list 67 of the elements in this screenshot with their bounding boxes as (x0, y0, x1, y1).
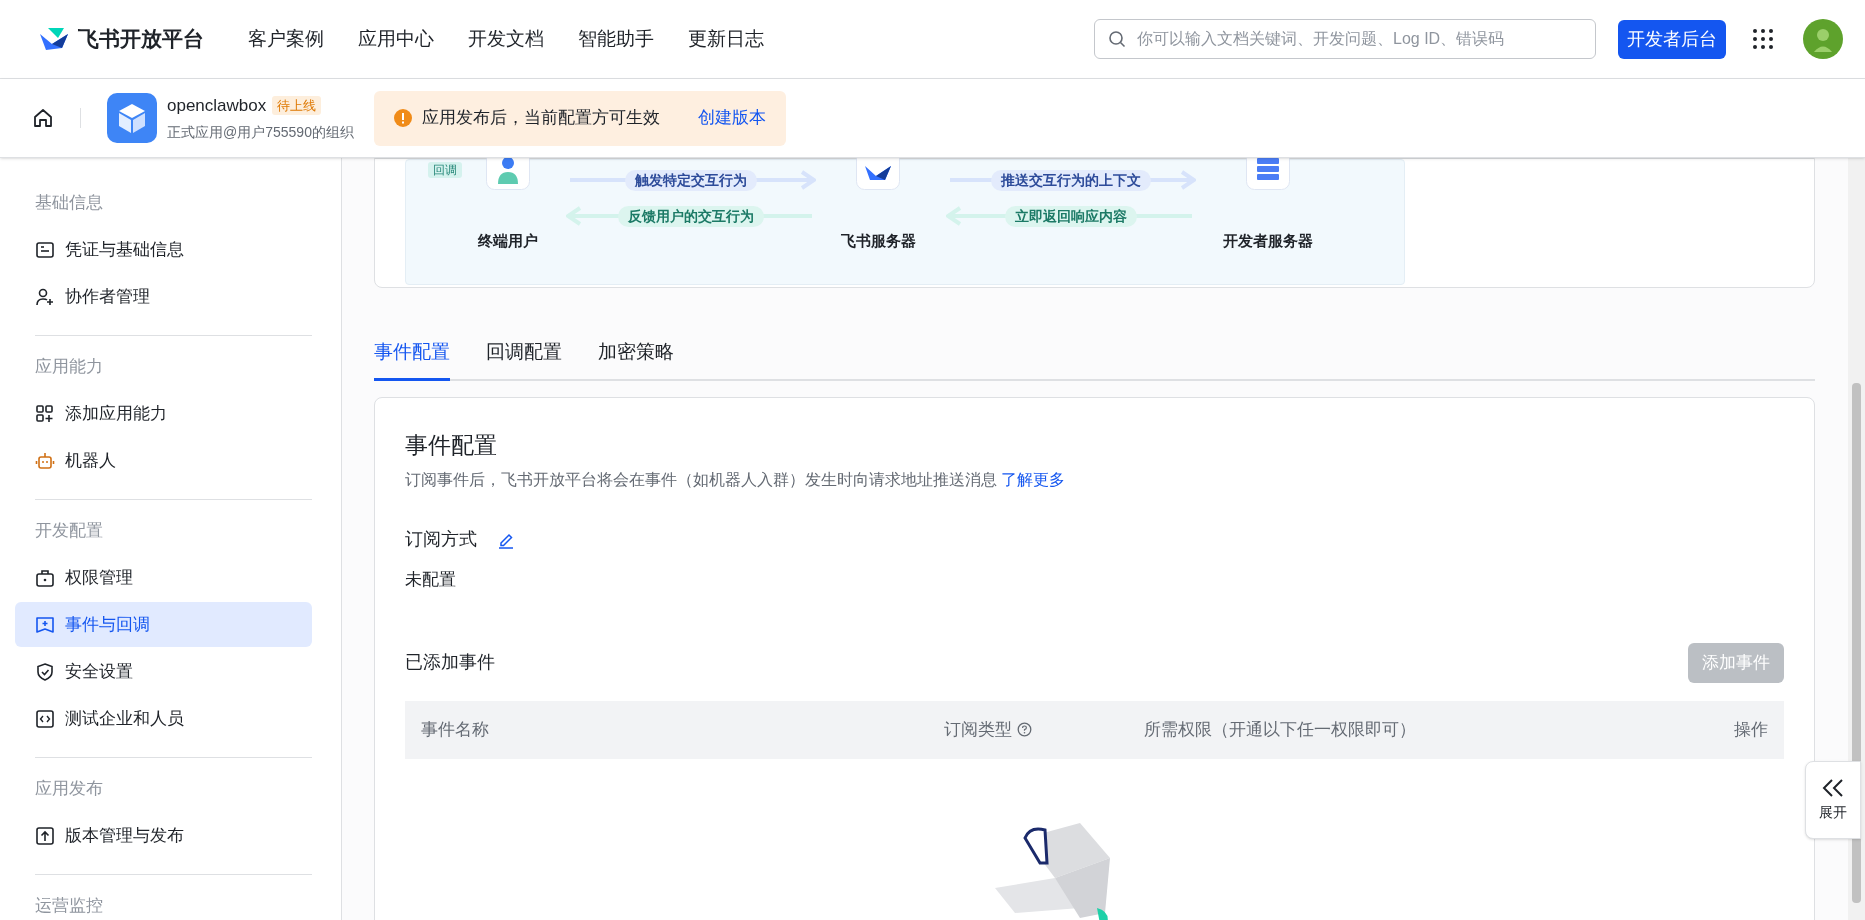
column-header: 所需权限（开通以下任一权限即可） (1144, 718, 1416, 741)
sidebar-item[interactable]: 凭证与基础信息 (15, 227, 312, 272)
nav-link[interactable]: 客户案例 (248, 24, 324, 54)
tag-label: 回调 (428, 162, 462, 178)
shield-check-icon (35, 661, 55, 682)
arrow-label: 立即返回响应内容 (1005, 206, 1137, 227)
logo-text[interactable]: 飞书开放平台 (78, 23, 204, 55)
section-title: 基础信息 (34, 192, 104, 214)
tab[interactable]: 加密策略 (598, 337, 674, 381)
learn-more-link[interactable]: 了解更多 (1001, 471, 1066, 488)
avatar-icon (1803, 19, 1843, 59)
section-heading: 事件配置 (405, 431, 498, 460)
sidebar-item[interactable]: 机器人 (15, 438, 312, 483)
sidebar-item[interactable]: 权限管理 (15, 555, 312, 600)
subsection-heading: 已添加事件 (405, 651, 495, 674)
column-header: 事件名称 (421, 718, 489, 741)
home-icon (32, 107, 54, 129)
section-title: 应用能力 (34, 356, 104, 378)
tab[interactable]: 回调配置 (486, 337, 562, 381)
robot-icon (35, 450, 55, 471)
node-label: 飞书服务器 (839, 231, 917, 251)
nav-link[interactable]: 开发文档 (468, 24, 544, 54)
section-title: 应用发布 (34, 778, 104, 800)
help-icon (1017, 722, 1032, 737)
sidebar-item[interactable]: 测试企业和人员 (15, 696, 312, 741)
create-version-link[interactable]: 创建版本 (697, 105, 766, 131)
double-chevron-icon (1821, 777, 1845, 798)
sidebar-item[interactable]: 添加应用能力 (15, 391, 312, 436)
search-icon (1108, 30, 1126, 48)
sidebar-item[interactable]: 安全设置 (15, 649, 312, 694)
id-card-icon (35, 239, 55, 260)
tab[interactable]: 事件配置 (374, 337, 450, 381)
add-user-icon (35, 286, 55, 307)
org-name: 正式应用@用户755590的组织 (167, 123, 354, 143)
code-icon (35, 708, 55, 729)
upload-icon (35, 825, 55, 846)
arrow-label: 推送交互行为的上下文 (991, 170, 1151, 191)
scrollbar[interactable] (1848, 158, 1865, 920)
column-header: 操作 (1734, 718, 1768, 741)
apps-grid-icon (1752, 28, 1774, 50)
nav-link[interactable]: 智能助手 (578, 24, 654, 54)
expand-button[interactable]: 展开 (1805, 761, 1861, 839)
bookmark-plus-icon (35, 614, 55, 635)
sidebar-item[interactable]: 事件与回调 (15, 602, 312, 647)
add-grid-icon (35, 403, 55, 424)
column-header: 订阅类型 (944, 718, 1012, 741)
section-title: 运营监控 (34, 895, 104, 917)
node-label: 开发者服务器 (1222, 231, 1314, 251)
app-name: openclawbox (167, 94, 267, 117)
warning-icon (393, 109, 412, 127)
arrow-label: 反馈用户的交互行为 (618, 206, 764, 227)
arrow-label: 触发特定交互行为 (625, 170, 757, 191)
description-text: 订阅事件后，飞书开放平台将会在事件（如机器人入群）发生时向请求地址推送消息 了解更多 (405, 470, 1067, 490)
console-button[interactable]: 开发者后台 (1618, 19, 1726, 59)
app-cube-icon (107, 93, 157, 143)
sidebar-item[interactable]: 协作者管理 (15, 274, 312, 319)
field-value: 未配置 (405, 569, 457, 591)
briefcase-icon (35, 567, 55, 588)
field-label: 订阅方式 (405, 528, 477, 551)
section-title: 开发配置 (34, 520, 104, 542)
status-badge: 待上线 (272, 95, 322, 116)
sidebar-item[interactable]: 版本管理与发布 (15, 813, 312, 858)
notice-text: 应用发布后，当前配置方可生效 (421, 107, 660, 130)
search-field[interactable]: 你可以输入文档关键词、开发问题、Log ID、错误码 (1094, 19, 1596, 59)
nav-link[interactable]: 应用中心 (358, 24, 434, 54)
node-label: 终端用户 (477, 231, 539, 251)
nav-link[interactable]: 更新日志 (688, 24, 764, 54)
